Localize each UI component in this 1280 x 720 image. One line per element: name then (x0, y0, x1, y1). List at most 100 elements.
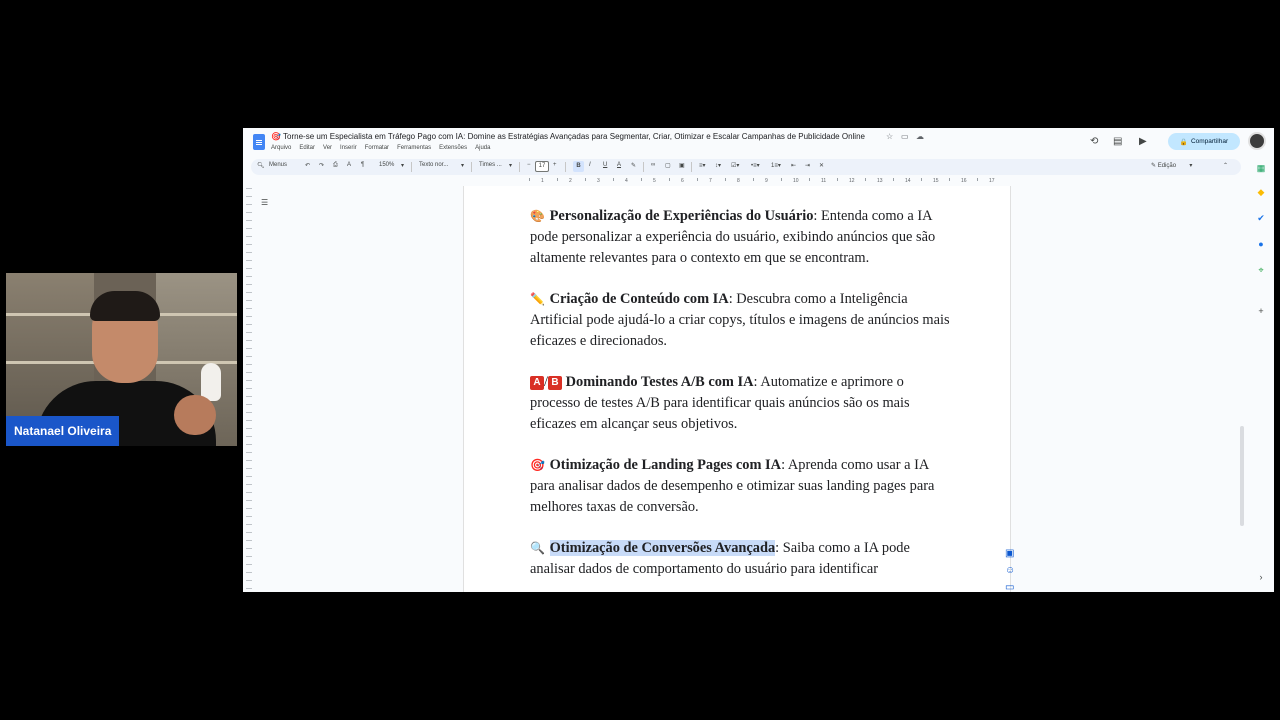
vertical-ruler (246, 188, 252, 592)
ruler-label: 9 (765, 178, 768, 184)
zoom-chevron-icon[interactable]: ▾ (401, 162, 404, 169)
google-docs-window: 🎯 Torne-se um Especialista em Tráfego Pa… (243, 128, 1274, 592)
menu-extensoes[interactable]: Extensões (439, 145, 467, 151)
document-title[interactable]: 🎯 Torne-se um Especialista em Tráfego Pa… (271, 132, 865, 141)
cloud-status-icon[interactable]: ☁ (916, 132, 924, 141)
menu-arquivo[interactable]: Arquivo (271, 145, 291, 151)
font-chevron-icon[interactable]: ▾ (509, 162, 512, 169)
link-icon[interactable]: ∞ (651, 162, 655, 168)
ruler-label: 10 (793, 178, 799, 184)
vase (201, 363, 221, 401)
print-icon[interactable]: ⎙ (333, 162, 338, 169)
paragraph-conversoes[interactable]: 🔍 Otimização de Conversões Avançada: Sai… (530, 538, 950, 580)
side-panel-rail: ▦ ◆ ✔ ● ⌖ + › (1251, 158, 1273, 592)
meet-icon[interactable]: ▶ (1139, 136, 1147, 147)
ruler-label: 4 (625, 178, 628, 184)
user-avatar[interactable] (1248, 132, 1266, 150)
ruler-tick (865, 178, 866, 181)
document-outline-icon[interactable]: ☰ (261, 198, 268, 207)
menu-ajuda[interactable]: Ajuda (475, 145, 490, 151)
expand-panel-icon[interactable]: › (1256, 572, 1266, 582)
divider (411, 162, 412, 172)
menu-ver[interactable]: Ver (323, 145, 332, 151)
editing-chevron-icon: ▾ (1177, 163, 1193, 169)
ruler-tick (837, 178, 838, 181)
document-body[interactable]: 🎨 Personalização de Experiências do Usuá… (530, 206, 950, 592)
decrease-indent-icon[interactable]: ⇤ (791, 162, 796, 169)
search-menus-icon[interactable]: 🔍︎ (257, 162, 265, 169)
search-menus-label[interactable]: Menus (269, 162, 287, 168)
ruler-tick (977, 178, 978, 181)
increase-font-icon[interactable]: + (553, 162, 557, 168)
docs-logo-icon[interactable] (253, 134, 265, 150)
suggest-edit-icon[interactable]: ▭ (1005, 582, 1015, 592)
maps-icon[interactable]: ⌖ (1256, 265, 1266, 275)
editing-mode-select[interactable]: ✎ Edição ▾ (1151, 162, 1192, 169)
paragraph-criacao[interactable]: ✏️ Criação de Conteúdo com IA: Descubra … (530, 289, 950, 352)
italic-icon[interactable]: I (589, 162, 591, 168)
checklist-icon[interactable]: ☑▾ (731, 162, 739, 169)
bold-icon[interactable]: B (573, 161, 584, 172)
add-comment-float-icon[interactable]: ▣ (1005, 548, 1015, 559)
editing-mode-label: Edição (1157, 163, 1177, 169)
add-comment-icon[interactable]: ▢ (665, 162, 671, 169)
shelf (156, 361, 237, 364)
scrollbar[interactable] (1240, 426, 1244, 526)
paragraph-testes-ab[interactable]: A / B Dominando Testes A/B com IA: Automat… (530, 372, 950, 435)
sheets-icon[interactable]: ▦ (1256, 163, 1266, 173)
paragraph-personalizacao[interactable]: 🎨 Personalização de Experiências do Usuá… (530, 206, 950, 269)
collapse-toolbar-icon[interactable]: ⌃ (1223, 162, 1228, 169)
insert-image-icon[interactable]: ▣ (679, 162, 685, 169)
star-icon[interactable]: ☆ (886, 132, 893, 141)
ruler-tick (781, 178, 782, 181)
participant-name-tag: Natanael Oliveira (6, 416, 120, 446)
share-button[interactable]: 🔒 Compartilhar (1168, 133, 1240, 150)
comments-icon[interactable]: ▤ (1113, 136, 1122, 147)
webcam-feed: Natanael Oliveira (6, 273, 237, 446)
ruler-tick (529, 178, 530, 181)
spellcheck-icon[interactable]: A (347, 162, 351, 168)
style-chevron-icon[interactable]: ▾ (461, 162, 464, 169)
font-select[interactable]: Times ... (479, 162, 502, 168)
numbered-list-icon[interactable]: 1≡▾ (771, 162, 781, 169)
divider (643, 162, 644, 172)
increase-indent-icon[interactable]: ⇥ (805, 162, 810, 169)
menu-ferramentas[interactable]: Ferramentas (397, 145, 431, 151)
menu-editar[interactable]: Editar (299, 145, 315, 151)
font-size-input[interactable]: 17 (535, 161, 549, 172)
underline-icon[interactable]: U (603, 162, 607, 168)
ruler-tick (809, 178, 810, 181)
paint-format-icon[interactable]: ¶ (361, 162, 364, 168)
ruler-label: 14 (905, 178, 911, 184)
align-icon[interactable]: ≡▾ (699, 162, 706, 169)
paragraph-heading: Personalização de Experiências do Usuári… (549, 208, 814, 224)
tasks-icon[interactable]: ✔ (1256, 213, 1266, 223)
decrease-font-icon[interactable]: − (527, 162, 531, 168)
menu-formatar[interactable]: Formatar (365, 145, 389, 151)
zoom-select[interactable]: 150% (379, 162, 394, 168)
move-folder-icon[interactable]: ▭ (901, 132, 909, 141)
menu-inserir[interactable]: Inserir (340, 145, 357, 151)
highlight-icon[interactable]: ✎ (631, 162, 636, 169)
history-icon[interactable]: ⟲ (1090, 136, 1098, 147)
emoji-reaction-icon[interactable]: ☺ (1005, 565, 1015, 576)
paragraph-heading: Criação de Conteúdo com IA (549, 291, 729, 307)
contacts-icon[interactable]: ● (1256, 239, 1266, 249)
undo-icon[interactable]: ↶ (305, 162, 310, 169)
bulleted-list-icon[interactable]: •≡▾ (751, 162, 760, 169)
add-addon-icon[interactable]: + (1256, 306, 1266, 316)
horizontal-ruler[interactable]: 1 2 3 4 5 6 7 8 9 10 11 12 13 14 15 16 17 (463, 178, 1011, 186)
style-select[interactable]: Texto nor... (419, 162, 448, 168)
screen: 🎯 Torne-se um Especialista em Tráfego Pa… (0, 0, 1280, 720)
paragraph-landing-pages[interactable]: 🎯 Otimização de Landing Pages com IA: Ap… (530, 455, 950, 518)
document-page[interactable]: 🎨 Personalização de Experiências do Usuá… (463, 186, 1011, 592)
ruler-label: 2 (569, 178, 572, 184)
line-spacing-icon[interactable]: ↕▾ (715, 162, 721, 169)
ruler-label: 13 (877, 178, 883, 184)
keep-icon[interactable]: ◆ (1256, 187, 1266, 197)
clear-format-icon[interactable]: ✕ (819, 162, 824, 169)
text-color-icon[interactable]: A (617, 162, 621, 168)
pencil-emoji-icon: ✏️ (530, 292, 545, 306)
ruler-tick (921, 178, 922, 181)
redo-icon[interactable]: ↷ (319, 162, 324, 169)
